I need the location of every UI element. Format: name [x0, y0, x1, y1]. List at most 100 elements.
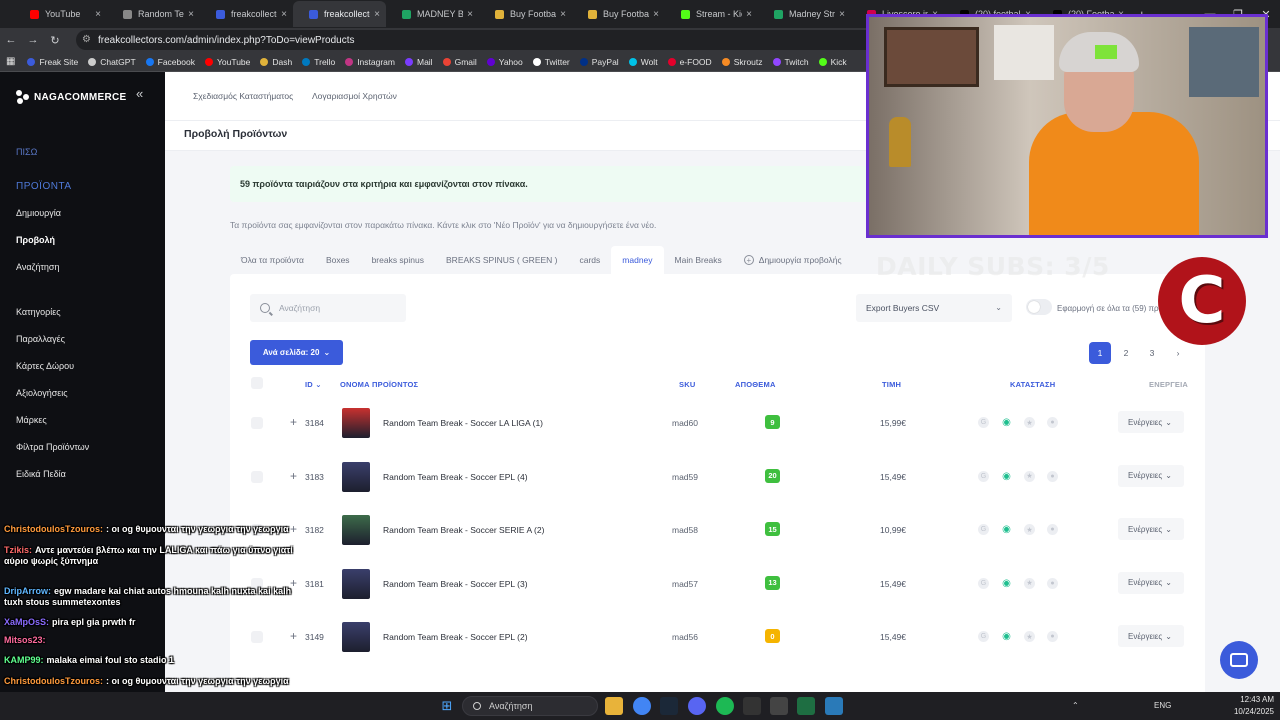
chrome-icon[interactable] [633, 697, 651, 715]
export-buyers-select[interactable]: Export Buyers CSV ⌄ [856, 294, 1012, 322]
visible-eye-icon[interactable]: ◉ [1001, 578, 1012, 589]
row-checkbox[interactable] [251, 417, 263, 429]
bookmark-item[interactable]: ChatGPT [88, 57, 136, 67]
bookmark-item[interactable]: Instagram [345, 57, 395, 67]
browser-tab[interactable]: YouTube × [14, 1, 107, 27]
steam-icon[interactable] [660, 697, 678, 715]
create-view-button[interactable]: + Δημιουργία προβολής [733, 246, 853, 274]
search-input[interactable]: Αναζήτηση [250, 294, 406, 322]
sidebar-item[interactable]: Παραλλαγές [16, 334, 65, 344]
browser-tab[interactable]: Buy Football M× [572, 1, 665, 27]
tab-close-icon[interactable]: × [188, 9, 194, 20]
view-tab[interactable]: madney [611, 246, 664, 274]
featured-star-icon[interactable]: ★ [1024, 524, 1035, 535]
product-thumbnail[interactable] [342, 408, 370, 438]
browser-tab[interactable]: Stream - Kick × [665, 1, 758, 27]
discord-icon[interactable] [688, 697, 706, 715]
column-name[interactable]: ΟΝΟΜΑ ΠΡΟΪΟΝΤΟΣ [340, 380, 418, 389]
sidebar-item[interactable]: Κάρτες Δώρου [16, 361, 74, 371]
tab-close-icon[interactable]: × [839, 9, 845, 20]
view-tab[interactable]: Όλα τα προϊόντα [230, 246, 315, 274]
google-icon[interactable]: G [978, 577, 989, 589]
column-status[interactable]: ΚΑΤΑΣΤΑΣΗ [1010, 380, 1055, 389]
row-actions-dropdown[interactable]: Ενέργειες ⌄ [1118, 571, 1184, 594]
row-checkbox[interactable] [251, 470, 263, 483]
page-button[interactable]: 1 [1089, 342, 1111, 364]
bookmark-item[interactable]: Freak Site [27, 57, 78, 67]
column-price[interactable]: ΤΙΜΗ [882, 380, 901, 389]
nav-store-design[interactable]: Σχεδιασμός Καταστήματος [193, 91, 293, 101]
bookmark-item[interactable]: Twitter [532, 57, 570, 67]
bookmark-item[interactable]: e-FOOD [667, 57, 712, 67]
featured-star-icon[interactable]: ★ [1024, 577, 1035, 589]
bookmark-item[interactable]: Twitch [772, 57, 809, 67]
bookmark-item[interactable]: PayPal [579, 57, 619, 67]
sidebar-item[interactable]: Προβολή [16, 235, 55, 245]
product-name-link[interactable]: Random Team Break - Soccer SERIE A (2) [383, 525, 544, 535]
view-tab[interactable]: Boxes [315, 246, 361, 274]
browser-tab[interactable]: freakcollector × [200, 1, 293, 27]
browser-tab[interactable]: Madney Strea× [758, 1, 851, 27]
product-thumbnail[interactable] [342, 622, 370, 652]
tab-close-icon[interactable]: × [95, 9, 101, 20]
bookmark-item[interactable]: Gmail [442, 57, 477, 67]
product-thumbnail[interactable] [342, 461, 370, 492]
visible-eye-icon[interactable]: ◉ [1001, 417, 1012, 428]
product-thumbnail[interactable] [342, 515, 370, 545]
per-page-button[interactable]: Ανά σελίδα: 20 ⌄ [250, 340, 343, 365]
bookmark-item[interactable]: YouTube [204, 57, 250, 67]
tab-close-icon[interactable]: × [560, 9, 566, 20]
obs-icon[interactable] [743, 697, 761, 715]
sidebar-item[interactable]: Αναζήτηση [16, 262, 59, 272]
featured-star-icon[interactable]: ★ [1024, 470, 1035, 482]
spotify-icon[interactable] [716, 697, 734, 715]
bookmark-item[interactable]: Trello [302, 57, 335, 67]
view-tab[interactable]: breaks spinus [361, 246, 435, 274]
sidebar-item[interactable]: Μάρκες [16, 415, 47, 425]
visible-eye-icon[interactable]: ◉ [1001, 524, 1012, 535]
browser-tab[interactable]: freakcollector × [293, 1, 386, 27]
row-actions-dropdown[interactable]: Ενέργειες ⌄ [1118, 411, 1184, 433]
product-name-link[interactable]: Random Team Break - Soccer EPL (2) [383, 632, 528, 642]
page-button[interactable]: 3 [1141, 342, 1163, 364]
forward-icon[interactable]: → [22, 34, 44, 46]
collapse-sidebar-icon[interactable]: « [136, 86, 143, 101]
expand-row-icon[interactable]: + [290, 469, 297, 483]
google-icon[interactable]: G [978, 417, 989, 428]
support-chat-button[interactable] [1220, 641, 1258, 679]
bookmark-item[interactable]: Kick [818, 57, 847, 67]
bookmark-item[interactable]: Dash [260, 57, 292, 67]
tab-close-icon[interactable]: × [374, 9, 380, 20]
browser-tab[interactable]: Buy Football M× [479, 1, 572, 27]
sidebar-item[interactable]: Φίλτρα Προϊόντων [16, 442, 89, 452]
apps-icon[interactable]: ▦ [6, 56, 15, 67]
more-status-icon[interactable]: ● [1047, 470, 1058, 482]
sidebar-item[interactable]: Ειδικά Πεδία [16, 469, 66, 479]
back-icon[interactable]: ← [0, 34, 22, 46]
column-id[interactable]: ID ⌄ [305, 380, 322, 389]
bookmark-item[interactable]: Facebook [145, 57, 195, 67]
bookmark-item[interactable]: Wolt [628, 57, 658, 67]
row-actions-dropdown[interactable]: Ενέργειες ⌄ [1118, 464, 1184, 487]
more-status-icon[interactable]: ● [1047, 417, 1058, 428]
column-stock[interactable]: ΑΠΟΘΕΜΑ [735, 380, 776, 389]
apply-all-toggle[interactable] [1026, 299, 1052, 315]
google-icon[interactable]: G [978, 524, 989, 535]
file-explorer-icon[interactable] [605, 697, 623, 715]
visible-eye-icon[interactable]: ◉ [1001, 631, 1012, 642]
next-page-icon[interactable]: › [1167, 342, 1189, 364]
browser-tab[interactable]: Random Team × [107, 1, 200, 27]
system-clock[interactable]: 12:43 AM 10/24/2025 [1228, 694, 1274, 718]
visible-eye-icon[interactable]: ◉ [1001, 471, 1012, 482]
bookmark-item[interactable]: Skroutz [721, 57, 763, 67]
app-icon[interactable] [770, 697, 788, 715]
column-sku[interactable]: SKU [679, 380, 695, 389]
sidebar-back-link[interactable]: ΠΙΣΩ [16, 147, 37, 157]
sidebar-item[interactable]: Δημιουργία [16, 208, 61, 218]
browser-tab[interactable]: MADNEY BREA× [386, 1, 479, 27]
view-tab[interactable]: BREAKS SPINUS ( GREEN ) [435, 246, 568, 274]
tab-close-icon[interactable]: × [281, 9, 287, 20]
brand-logo[interactable]: NAGACOMMERCE [16, 90, 127, 104]
more-status-icon[interactable]: ● [1047, 524, 1058, 535]
bookmark-item[interactable]: Mail [404, 57, 433, 67]
